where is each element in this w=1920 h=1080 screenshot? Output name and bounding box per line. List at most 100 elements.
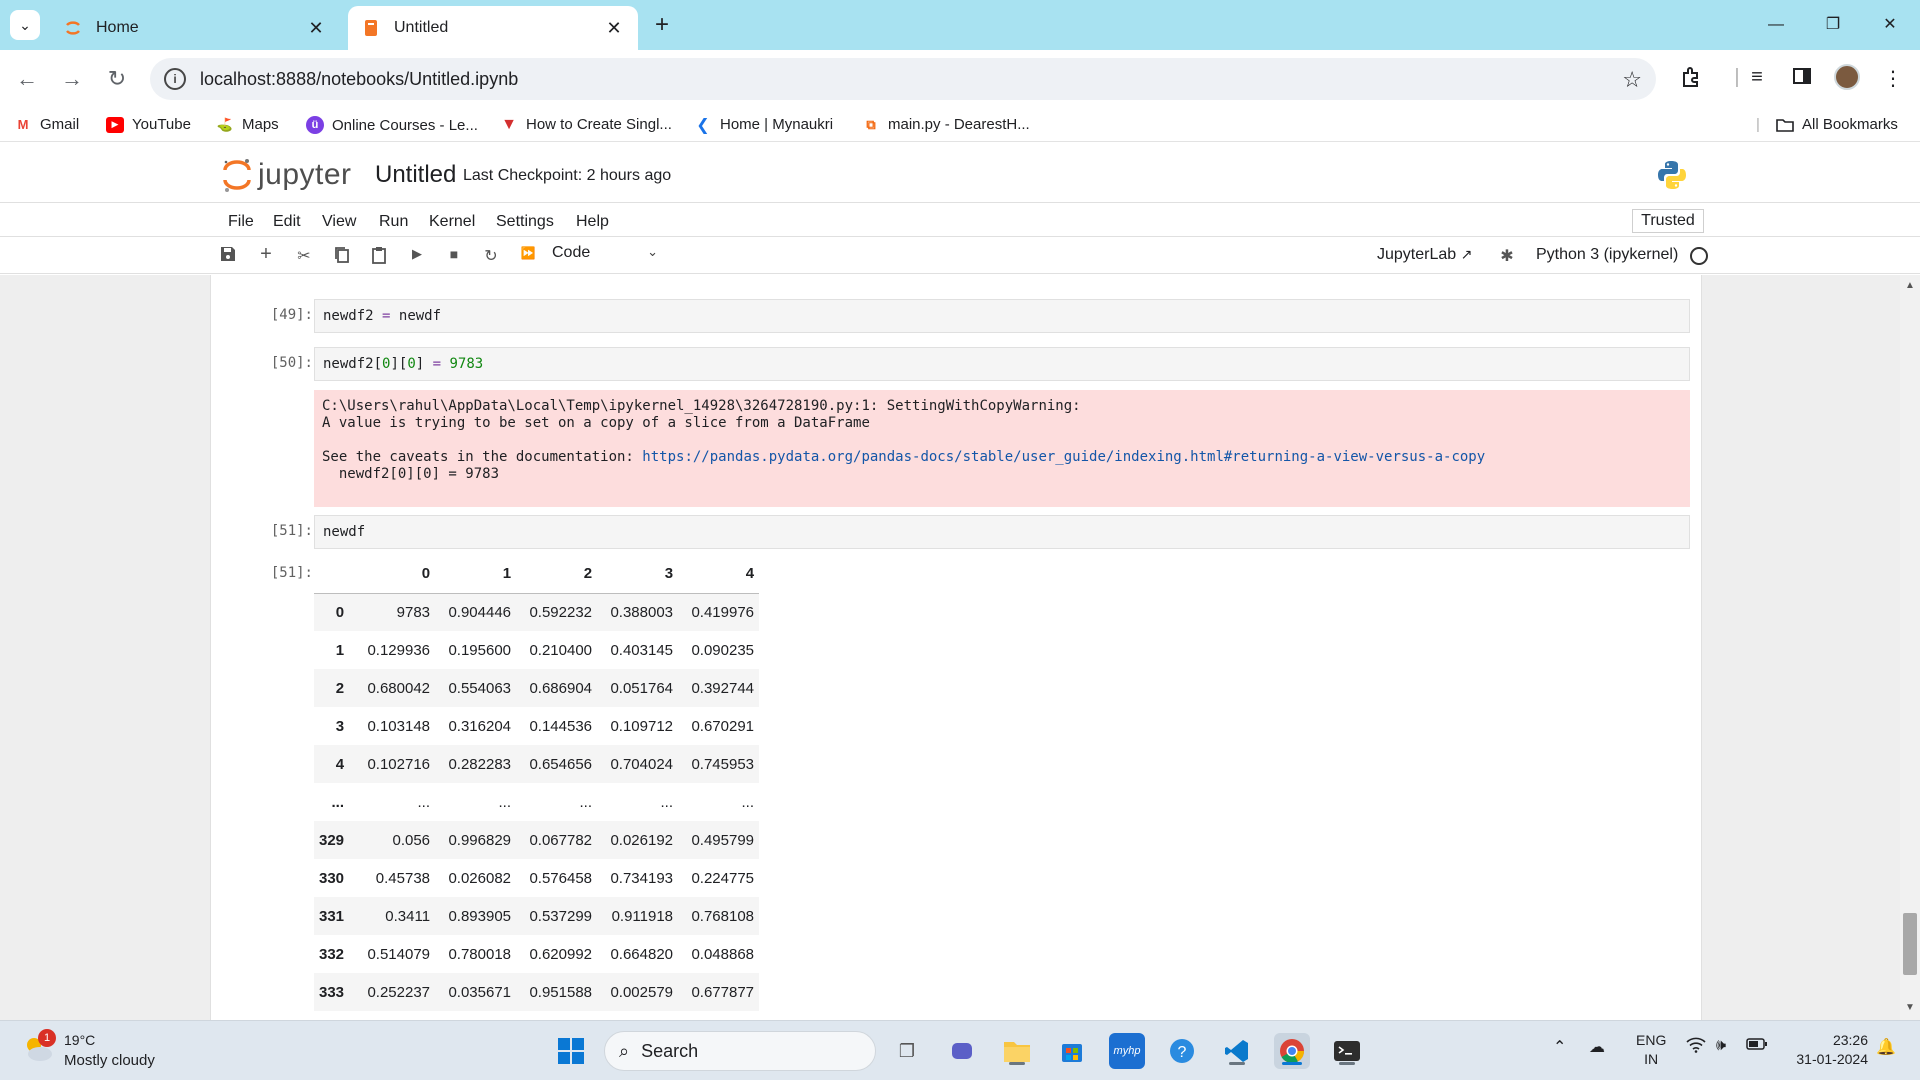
notebook-scrollbar[interactable] [1900,275,1920,1020]
tab-search-button[interactable]: ⌄ [10,10,40,40]
debugger-icon[interactable]: ✱ [1496,246,1518,266]
cut-icon[interactable]: ✂ [293,246,315,266]
kernel-name[interactable]: Python 3 (ipykernel) [1536,246,1678,264]
copy-icon[interactable] [331,246,353,266]
media-controls-icon[interactable]: ≡ [1742,66,1772,94]
cell-type-select[interactable]: Code ⌄ [552,244,662,268]
menu-help[interactable]: Help [576,213,609,231]
vscode-icon[interactable] [1219,1033,1255,1069]
restart-icon[interactable]: ↻ [480,246,502,266]
start-windows-icon[interactable] [553,1033,589,1069]
window-close-icon[interactable]: ✕ [1870,10,1910,40]
terminal-icon[interactable] [1329,1033,1365,1069]
microsoft-store-icon[interactable] [1054,1033,1090,1069]
all-bookmarks[interactable]: All Bookmarks [1776,116,1898,133]
address-bar[interactable]: i localhost:8888/notebooks/Untitled.ipyn… [150,58,1656,100]
close-icon[interactable]: ✕ [306,18,326,39]
url-text[interactable]: localhost:8888/notebooks/Untitled.ipynb [200,69,518,90]
table-cell: 0.388003 [610,603,674,621]
code-number: 0 [407,356,416,372]
save-icon[interactable] [217,246,239,266]
paste-icon[interactable] [368,246,390,266]
table-cell: 0.103148 [367,717,431,735]
row-index: 0 [335,603,345,621]
input-prompt: [49]: [270,307,313,323]
bookmark-youtube[interactable]: ▶ YouTube [106,116,191,133]
menu-view[interactable]: View [322,213,356,231]
bookmark-label: Gmail [40,116,80,133]
code-cell[interactable]: newdf2 = newdf [314,299,1690,333]
restore-icon[interactable]: ❐ [1813,10,1853,40]
code-cell[interactable]: newdf2[0][0] = 9783 [314,347,1690,381]
bookmark-mynaukri[interactable]: ❮ Home | Mynaukri [694,116,833,134]
running-indicator [1282,1062,1302,1065]
wifi-icon[interactable] [1686,1037,1706,1058]
onedrive-icon[interactable]: ☁ [1589,1037,1605,1057]
forward-arrow-icon[interactable]: → [57,64,87,94]
tab-untitled[interactable]: Untitled ✕ [348,6,638,50]
bookmark-maps[interactable]: ⛳ Maps [216,116,279,133]
code-cell[interactable]: newdf [314,515,1690,549]
myhp-icon[interactable]: myhp [1109,1033,1145,1069]
bookmark-label: How to Create Singl... [526,116,672,133]
extensions-icon[interactable] [1676,66,1706,94]
bookmark-star-icon[interactable]: ☆ [1622,67,1642,93]
taskbar-search[interactable]: ⌕ Search [604,1031,876,1071]
side-panel-icon[interactable] [1787,66,1817,94]
site-info-icon[interactable]: i [164,68,186,90]
trusted-indicator[interactable]: Trusted [1632,209,1704,233]
menu-run[interactable]: Run [379,213,408,231]
new-tab-button[interactable]: + [648,12,676,40]
scroll-down-icon[interactable]: ▼ [1903,1002,1917,1013]
jupyter-logo[interactable]: jupyter [222,157,352,193]
language-indicator[interactable]: ENG IN [1636,1031,1666,1069]
bookmark-main-py[interactable]: ⧉ main.py - DearestH... [862,116,1029,133]
documentation-link[interactable]: https://pandas.pydata.org/pandas-docs/st… [642,449,1485,465]
tab-home[interactable]: Home ✕ [50,6,340,50]
bookmark-how-to-create[interactable]: ▼ How to Create Singl... [500,116,672,134]
weather-temperature[interactable]: 19°C [64,1032,95,1048]
help-icon[interactable]: ? [1164,1033,1200,1069]
back-arrow-icon[interactable]: ← [12,64,42,94]
table-cell: ... [579,793,593,811]
jupyterlab-link-label: JupyterLab [1377,246,1457,263]
windows-taskbar: 1 19°C Mostly cloudy ⌕ Search ❐ myhp ? ⌃… [0,1020,1920,1080]
run-icon[interactable]: ▶ [406,246,428,266]
jupyter-logo-icon [223,159,251,192]
profile-avatar[interactable] [1834,64,1860,90]
volume-icon[interactable]: 🕪 [1716,1037,1726,1055]
menu-settings[interactable]: Settings [496,213,554,231]
more-menu-icon[interactable]: ⋮ [1878,66,1908,94]
bookmark-online-courses[interactable]: ü Online Courses - Le... [306,116,478,134]
close-icon[interactable]: ✕ [604,18,624,39]
table-cell: 0.664820 [610,945,674,963]
menu-file[interactable]: File [228,213,254,231]
reload-icon[interactable]: ↻ [102,64,132,94]
minimize-icon[interactable]: — [1756,10,1796,40]
menu-edit[interactable]: Edit [273,213,301,231]
table-cell: 0.195600 [448,641,512,659]
kernel-status-icon [1690,247,1708,265]
table-row: 1 0.129936 0.195600 0.210400 0.403145 0.… [314,631,759,669]
notification-bell-icon[interactable]: 🔔 [1876,1037,1896,1057]
notebook-title[interactable]: Untitled [375,161,456,189]
battery-icon[interactable] [1746,1037,1768,1056]
add-cell-icon[interactable]: + [255,243,277,265]
scrollbar-thumb[interactable] [1903,913,1917,975]
teams-chat-icon[interactable] [944,1033,980,1069]
region-code: IN [1644,1051,1659,1067]
restart-run-all-icon[interactable]: ⏩ [517,246,539,266]
weather-condition[interactable]: Mostly cloudy [64,1052,155,1069]
notebook-toolbar: + ✂ ▶ ■ ↻ ⏩ Code ⌄ JupyterLab ↗ ✱ Python… [0,238,1920,274]
jupyterlab-link[interactable]: JupyterLab ↗ [1377,246,1472,264]
stop-icon[interactable]: ■ [443,246,465,266]
table-cell: 0.576458 [529,869,593,887]
menu-kernel[interactable]: Kernel [429,213,475,231]
chrome-icon[interactable] [1274,1033,1310,1069]
file-explorer-icon[interactable] [999,1033,1035,1069]
task-view-icon[interactable]: ❐ [889,1033,925,1069]
show-hidden-icons-icon[interactable]: ⌃ [1553,1037,1566,1057]
scroll-up-icon[interactable]: ▲ [1903,280,1917,291]
bookmark-gmail[interactable]: M Gmail [14,116,80,133]
system-clock[interactable]: 23:26 31-01-2024 [1788,1031,1868,1069]
